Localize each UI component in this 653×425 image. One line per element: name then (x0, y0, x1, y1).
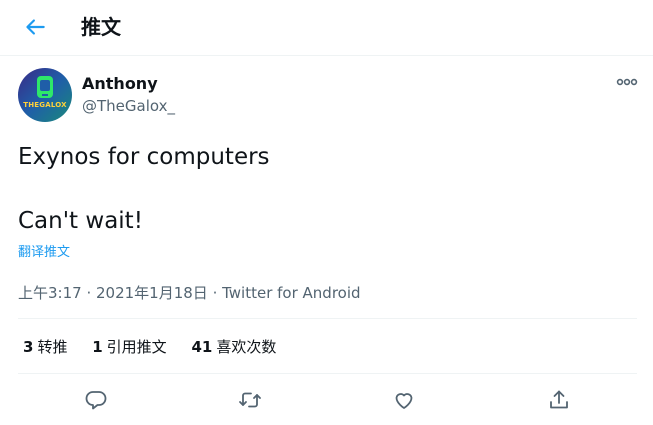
author-handle[interactable]: @TheGalox_ (82, 95, 175, 117)
retweets-stat[interactable]: 3 转推 (23, 336, 67, 358)
retweets-label: 转推 (37, 338, 68, 356)
meta-separator: · (207, 284, 223, 302)
retweet-icon (239, 392, 261, 408)
top-bar: 推文 (0, 0, 653, 56)
back-button[interactable] (22, 14, 48, 40)
tweet-text-line-1: Exynos for computers (18, 144, 270, 170)
tweet-text-line-2: Can't wait! (18, 208, 143, 234)
reply-icon (85, 391, 107, 410)
likes-count: 41 (191, 338, 213, 356)
more-options-button[interactable] (614, 72, 640, 92)
avatar[interactable]: THEGALOX (18, 68, 72, 122)
quotes-label: 引用推文 (106, 338, 167, 356)
retweet-button[interactable] (238, 388, 262, 412)
reply-button[interactable] (84, 388, 108, 412)
tweet-timestamp[interactable]: 上午3:17 · 2021年1月18日 (18, 284, 208, 302)
like-icon (395, 393, 413, 409)
tweet-stats: 3 转推 1 引用推文 41 喜欢次数 (23, 336, 296, 358)
like-button[interactable] (392, 388, 416, 412)
quotes-stat[interactable]: 1 引用推文 (92, 336, 166, 358)
translate-tweet-link[interactable]: 翻译推文 (18, 243, 70, 263)
share-icon (550, 390, 568, 409)
page-title: 推文 (81, 15, 121, 39)
more-horizontal-icon (616, 78, 638, 86)
likes-label: 喜欢次数 (216, 338, 277, 356)
avatar-text: THEGALOX (23, 101, 67, 109)
retweets-count: 3 (23, 338, 34, 356)
quotes-count: 1 (92, 338, 103, 356)
tweet-metadata: 上午3:17 · 2021年1月18日 · Twitter for Androi… (18, 282, 361, 304)
divider (18, 318, 637, 319)
divider (18, 373, 637, 374)
author-name[interactable]: Anthony (82, 73, 158, 95)
arrow-left-icon (26, 19, 45, 35)
likes-stat[interactable]: 41 喜欢次数 (191, 336, 276, 358)
share-button[interactable] (547, 388, 571, 412)
tweet-source[interactable]: Twitter for Android (222, 284, 360, 302)
